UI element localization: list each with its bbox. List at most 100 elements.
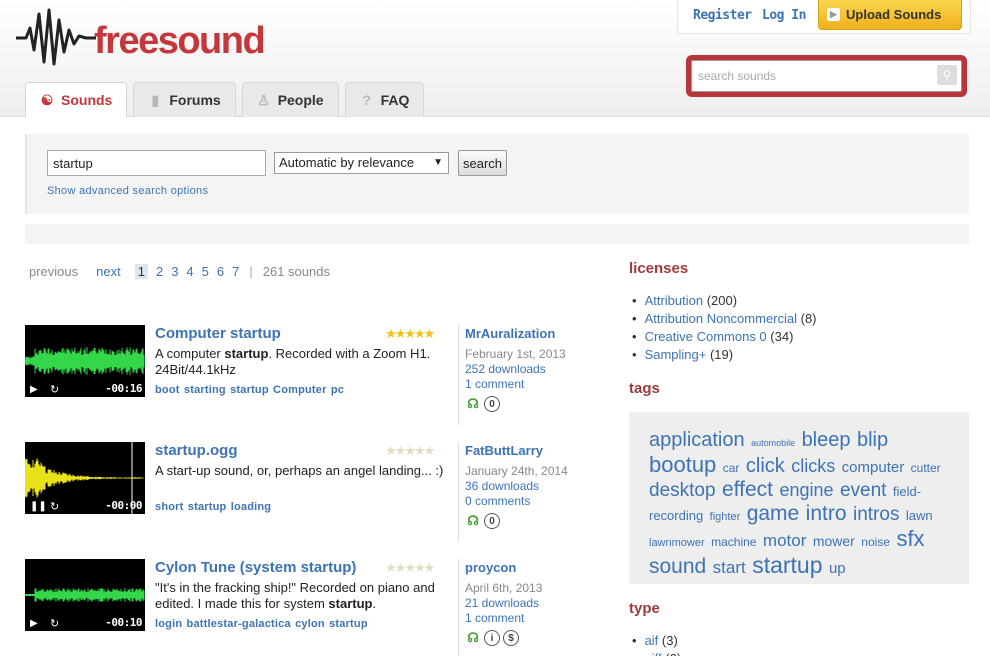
- sound-title-link[interactable]: Computer startup: [155, 325, 281, 342]
- tag-link[interactable]: startup: [329, 618, 368, 630]
- search-button[interactable]: search: [458, 150, 507, 176]
- headphones-download-icon[interactable]: ☊: [465, 513, 481, 529]
- header-search-input[interactable]: [692, 61, 932, 91]
- tag-cloud-item[interactable]: start: [713, 558, 746, 577]
- sound-title-link[interactable]: Cylon Tune (system startup): [155, 559, 356, 576]
- magnifier-icon[interactable]: ⚲: [937, 65, 957, 85]
- tab-sounds[interactable]: ☯ Sounds: [25, 82, 128, 117]
- star-icon[interactable]: ★: [395, 443, 407, 458]
- comments-link[interactable]: 0 comments: [465, 494, 568, 509]
- waveform-player[interactable]: ▶ ↻ -00:10: [25, 559, 145, 631]
- tag-cloud-item[interactable]: intros: [853, 504, 899, 525]
- star-icon[interactable]: ★: [404, 443, 416, 458]
- tag-cloud-item[interactable]: motor: [763, 531, 806, 550]
- tag-cloud-item[interactable]: lawn: [906, 508, 933, 523]
- login-link[interactable]: Log In: [762, 8, 806, 23]
- tag-cloud-item[interactable]: cutter: [911, 461, 941, 475]
- star-icon[interactable]: ★: [414, 443, 426, 458]
- tab-forums[interactable]: ▮ Forums: [133, 82, 236, 117]
- loop-icon[interactable]: ↻: [50, 383, 59, 396]
- tag-link[interactable]: starting: [184, 384, 226, 396]
- loop-icon[interactable]: ↻: [50, 617, 59, 630]
- license-link[interactable]: Attribution: [645, 293, 704, 308]
- author-link[interactable]: FatButtLarry: [465, 443, 543, 458]
- star-icon[interactable]: ★: [414, 560, 426, 575]
- page-link[interactable]: 4: [186, 264, 193, 279]
- tab-faq[interactable]: ? FAQ: [344, 82, 425, 117]
- tag-cloud-item[interactable]: desktop: [649, 480, 716, 501]
- license-link[interactable]: Sampling+: [645, 347, 707, 362]
- tag-link[interactable]: pc: [331, 384, 344, 396]
- tag-cloud-item[interactable]: bootup: [649, 452, 716, 477]
- tag-cloud-item[interactable]: computer: [842, 459, 905, 476]
- waveform-player[interactable]: ❚❚ ↻ -00:00: [25, 442, 145, 514]
- type-link[interactable]: aif: [645, 633, 659, 648]
- tag-cloud-item[interactable]: machine: [711, 535, 756, 549]
- pause-icon[interactable]: ❚❚: [30, 501, 47, 512]
- tag-cloud-item[interactable]: engine: [779, 480, 833, 500]
- star-icon[interactable]: ★: [395, 326, 407, 341]
- license-link[interactable]: Creative Commons 0: [645, 329, 767, 344]
- star-icon[interactable]: ★: [424, 443, 436, 458]
- tag-cloud-item[interactable]: lawnmower: [649, 537, 705, 549]
- rating-stars[interactable]: ★★★★★: [385, 326, 436, 342]
- sort-select[interactable]: Automatic by relevance ▼: [274, 152, 449, 174]
- tag-cloud-item[interactable]: event: [840, 480, 886, 501]
- tag-cloud-item[interactable]: automobile: [751, 438, 795, 448]
- author-link[interactable]: MrAuralization: [465, 326, 555, 341]
- star-icon[interactable]: ★: [385, 443, 397, 458]
- tag-cloud-item[interactable]: car: [723, 461, 740, 475]
- headphones-download-icon[interactable]: ☊: [465, 396, 481, 412]
- page-link[interactable]: 5: [202, 264, 209, 279]
- tag-cloud-item[interactable]: sound: [649, 555, 706, 578]
- page-link[interactable]: 3: [171, 264, 178, 279]
- next-link[interactable]: next: [96, 264, 121, 279]
- type-link[interactable]: aiff: [645, 651, 662, 656]
- play-icon[interactable]: ▶: [30, 618, 38, 629]
- star-icon[interactable]: ★: [385, 326, 397, 341]
- comments-link[interactable]: 1 comment: [465, 377, 568, 392]
- tag-cloud-item[interactable]: noise: [861, 535, 890, 549]
- comments-link[interactable]: 1 comment: [465, 611, 568, 626]
- tag-cloud-item[interactable]: game: [747, 502, 800, 525]
- headphones-download-icon[interactable]: ☊: [465, 630, 481, 646]
- tag-link[interactable]: startup: [188, 501, 227, 513]
- tag-cloud-item[interactable]: up: [829, 560, 846, 577]
- license-link[interactable]: Attribution Noncommercial: [645, 311, 797, 326]
- star-icon[interactable]: ★: [404, 560, 416, 575]
- page-link[interactable]: 6: [217, 264, 224, 279]
- page-link[interactable]: 7: [232, 264, 239, 279]
- waveform-player[interactable]: ▶ ↻ -00:16: [25, 325, 145, 397]
- tag-cloud-item[interactable]: blip: [857, 429, 888, 451]
- tag-link[interactable]: short: [155, 501, 184, 513]
- downloads-link[interactable]: 252 downloads: [465, 362, 568, 377]
- register-link[interactable]: Register: [693, 8, 752, 23]
- rating-stars[interactable]: ★★★★★: [385, 443, 436, 459]
- tag-cloud-item[interactable]: fighter: [710, 511, 741, 523]
- star-icon[interactable]: ★: [424, 560, 436, 575]
- star-icon[interactable]: ★: [385, 560, 397, 575]
- tag-cloud-item[interactable]: bleep: [802, 429, 851, 451]
- freesound-logo[interactable]: freesound: [16, 6, 266, 68]
- tag-link[interactable]: loading: [231, 501, 272, 513]
- star-icon[interactable]: ★: [395, 560, 407, 575]
- tag-cloud-item[interactable]: application: [649, 429, 745, 451]
- tag-cloud-item[interactable]: effect: [722, 478, 773, 501]
- tag-cloud-item[interactable]: startup: [752, 552, 822, 578]
- star-icon[interactable]: ★: [414, 326, 426, 341]
- star-icon[interactable]: ★: [404, 326, 416, 341]
- downloads-link[interactable]: 21 downloads: [465, 596, 568, 611]
- tag-link[interactable]: startup: [230, 384, 269, 396]
- tag-cloud-item[interactable]: mower: [813, 533, 855, 549]
- tab-people[interactable]: ♙ People: [241, 82, 339, 117]
- star-icon[interactable]: ★: [424, 326, 436, 341]
- loop-icon[interactable]: ↻: [50, 500, 59, 513]
- author-link[interactable]: proycon: [465, 560, 516, 575]
- tag-cloud-item[interactable]: click: [746, 455, 785, 477]
- downloads-link[interactable]: 36 downloads: [465, 479, 568, 494]
- tag-cloud-item[interactable]: intro: [806, 502, 847, 525]
- tag-link[interactable]: Computer: [273, 384, 327, 396]
- upload-sounds-button[interactable]: ▶ Upload Sounds: [818, 0, 962, 30]
- tag-link[interactable]: login: [155, 618, 182, 630]
- sound-title-link[interactable]: startup.ogg: [155, 442, 238, 459]
